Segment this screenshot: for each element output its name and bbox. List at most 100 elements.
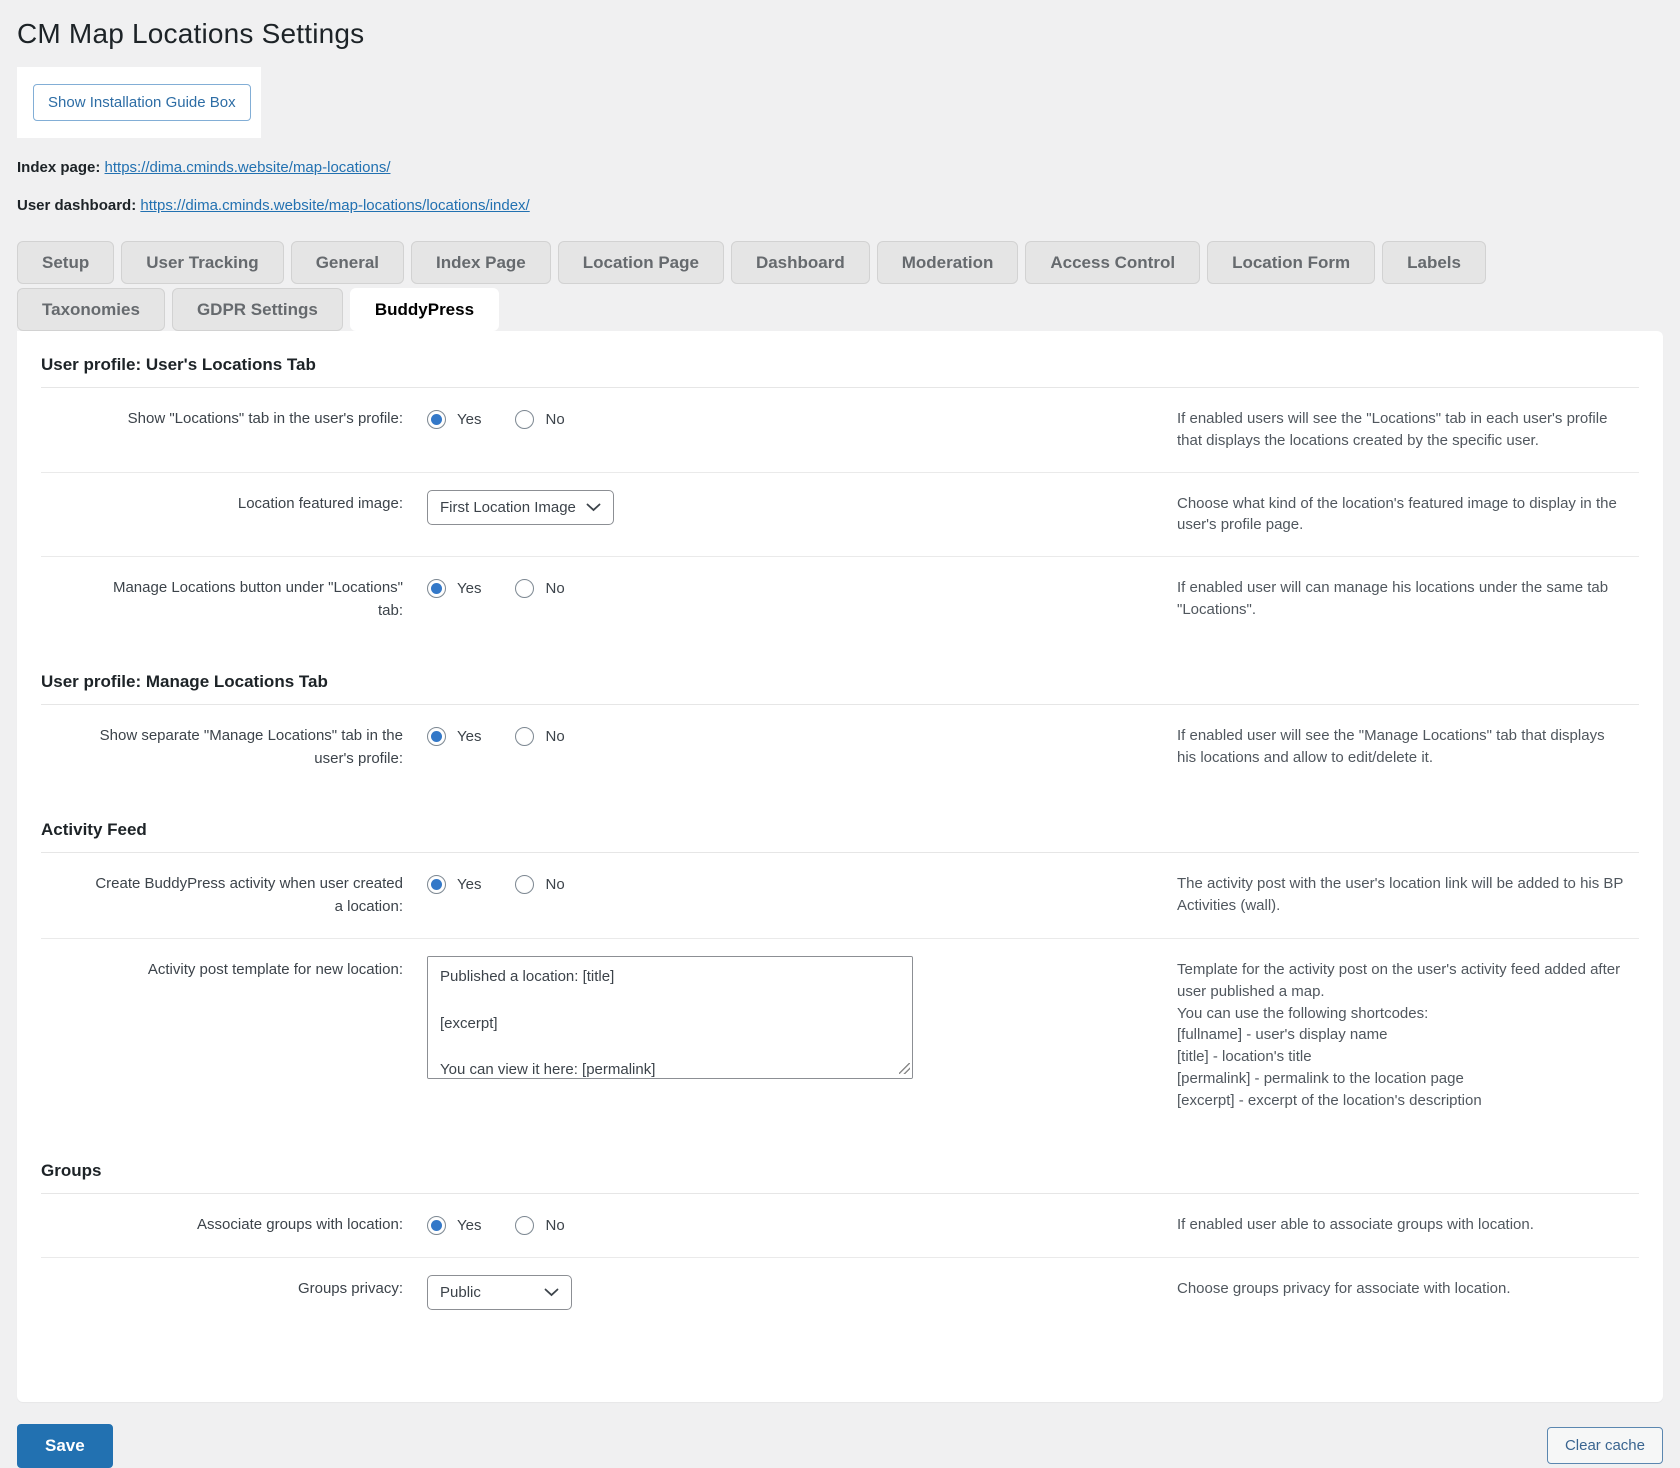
section-activity-feed: Activity FeedCreate BuddyPress activity … — [41, 820, 1639, 1131]
resize-handle-icon[interactable] — [899, 1063, 910, 1074]
save-button[interactable]: Save — [17, 1424, 113, 1468]
row-control-cell: Yes No — [427, 570, 1153, 622]
user-dashboard-link[interactable]: https://dima.cminds.website/map-location… — [140, 197, 529, 214]
row-label: Activity post template for new location: — [148, 961, 403, 978]
setting-row-location-featured-image: Location featured image: First Location I… — [41, 473, 1639, 558]
radio-associate-groups-yes[interactable]: Yes — [427, 1216, 481, 1235]
row-label-cell: Associate groups with location: — [41, 1207, 403, 1237]
footer-bar: Save Clear cache — [17, 1424, 1663, 1468]
select-groups-privacy[interactable]: Public — [427, 1275, 572, 1310]
chevron-down-icon — [586, 503, 601, 512]
row-label: Create BuddyPress activity when user cre… — [95, 875, 403, 915]
tab-taxonomies[interactable]: Taxonomies — [17, 288, 165, 331]
radio-button-icon — [427, 1216, 446, 1235]
row-description: Choose what kind of the location's featu… — [1177, 486, 1625, 537]
radio-associate-groups-no[interactable]: No — [515, 1216, 564, 1235]
row-label-cell: Groups privacy: — [41, 1271, 403, 1310]
radio-group-create-buddypress-activity: Yes No — [427, 870, 1153, 894]
tab-location-page[interactable]: Location Page — [558, 241, 724, 284]
radio-button-icon — [427, 727, 446, 746]
setting-row-show-manage-locations-tab: Show separate "Manage Locations" tab in … — [41, 705, 1639, 790]
radio-manage-locations-button-no[interactable]: No — [515, 579, 564, 598]
setting-row-create-buddypress-activity: Create BuddyPress activity when user cre… — [41, 853, 1639, 939]
select-selected-value: First Location Image — [440, 499, 576, 516]
radio-show-locations-tab-yes[interactable]: Yes — [427, 410, 481, 429]
index-page-link[interactable]: https://dima.cminds.website/map-location… — [105, 159, 391, 176]
radio-button-icon — [427, 410, 446, 429]
row-control-cell: Yes No — [427, 718, 1153, 770]
textarea-activity-post-template[interactable] — [427, 956, 913, 1079]
radio-option-label: Yes — [457, 411, 481, 428]
row-description: If enabled user able to associate groups… — [1177, 1207, 1625, 1237]
tab-access-control[interactable]: Access Control — [1025, 241, 1200, 284]
section-title-user-locations-tab: User profile: User's Locations Tab — [41, 355, 1639, 388]
radio-show-manage-locations-tab-yes[interactable]: Yes — [427, 727, 481, 746]
row-label-cell: Activity post template for new location: — [41, 952, 403, 1111]
row-description: The activity post with the user's locati… — [1177, 866, 1625, 918]
setting-row-activity-post-template: Activity post template for new location:… — [41, 939, 1639, 1131]
radio-option-label: No — [545, 411, 564, 428]
radio-option-label: Yes — [457, 580, 481, 597]
chevron-down-icon — [544, 1288, 559, 1297]
row-label: Show "Locations" tab in the user's profi… — [128, 410, 403, 427]
row-label-cell: Manage Locations button under "Locations… — [41, 570, 403, 622]
radio-button-icon — [427, 579, 446, 598]
radio-button-icon — [427, 875, 446, 894]
user-dashboard-line: User dashboard: https://dima.cminds.webs… — [17, 197, 1663, 214]
row-control-cell: Yes No — [427, 1207, 1153, 1237]
row-control-cell: Public — [427, 1271, 1153, 1310]
radio-option-label: Yes — [457, 728, 481, 745]
tab-user-tracking[interactable]: User Tracking — [121, 241, 283, 284]
row-label: Show separate "Manage Locations" tab in … — [100, 727, 403, 767]
radio-manage-locations-button-yes[interactable]: Yes — [427, 579, 481, 598]
row-description: If enabled user will can manage his loca… — [1177, 570, 1625, 622]
section-groups: GroupsAssociate groups with location:Yes… — [41, 1161, 1639, 1330]
radio-button-icon — [515, 727, 534, 746]
tab-labels[interactable]: Labels — [1382, 241, 1486, 284]
radio-option-label: No — [545, 728, 564, 745]
radio-option-label: Yes — [457, 1217, 481, 1234]
tab-buddypress[interactable]: BuddyPress — [350, 288, 499, 331]
tab-dashboard[interactable]: Dashboard — [731, 241, 870, 284]
row-control-cell: Yes No — [427, 401, 1153, 452]
textarea-wrap — [427, 956, 913, 1079]
tab-general[interactable]: General — [291, 241, 404, 284]
select-selected-value: Public — [440, 1284, 481, 1301]
row-description: Choose groups privacy for associate with… — [1177, 1271, 1625, 1310]
tab-row: TaxonomiesGDPR SettingsBuddyPress — [17, 288, 1663, 331]
row-label-cell: Show "Locations" tab in the user's profi… — [41, 401, 403, 452]
radio-option-label: No — [545, 1217, 564, 1234]
row-label-cell: Location featured image: — [41, 486, 403, 537]
tab-moderation[interactable]: Moderation — [877, 241, 1019, 284]
row-description: Template for the activity post on the us… — [1177, 952, 1625, 1111]
tab-location-form[interactable]: Location Form — [1207, 241, 1375, 284]
tab-bar: SetupUser TrackingGeneralIndex PageLocat… — [17, 241, 1663, 331]
row-label: Associate groups with location: — [197, 1216, 403, 1233]
radio-button-icon — [515, 579, 534, 598]
setting-row-manage-locations-button: Manage Locations button under "Locations… — [41, 557, 1639, 642]
radio-show-locations-tab-no[interactable]: No — [515, 410, 564, 429]
tab-row: SetupUser TrackingGeneralIndex PageLocat… — [17, 241, 1663, 284]
radio-create-buddypress-activity-no[interactable]: No — [515, 875, 564, 894]
setting-row-associate-groups: Associate groups with location: Yes No If e… — [41, 1194, 1639, 1258]
row-control-cell — [427, 952, 1153, 1111]
radio-button-icon — [515, 410, 534, 429]
radio-selected-dot — [431, 414, 442, 425]
row-description: If enabled user will see the "Manage Loc… — [1177, 718, 1625, 770]
tab-gdpr-settings[interactable]: GDPR Settings — [172, 288, 343, 331]
show-installation-guide-button[interactable]: Show Installation Guide Box — [33, 84, 251, 121]
user-dashboard-label: User dashboard: — [17, 197, 136, 214]
radio-selected-dot — [431, 731, 442, 742]
settings-panel: User profile: User's Locations Tab Show "… — [17, 331, 1663, 1402]
tab-setup[interactable]: Setup — [17, 241, 114, 284]
radio-group-manage-locations-button: Yes No — [427, 574, 1153, 598]
row-label: Manage Locations button under "Locations… — [113, 579, 403, 619]
clear-cache-button[interactable]: Clear cache — [1547, 1427, 1663, 1464]
radio-create-buddypress-activity-yes[interactable]: Yes — [427, 875, 481, 894]
row-label-cell: Show separate "Manage Locations" tab in … — [41, 718, 403, 770]
index-page-label: Index page: — [17, 159, 100, 176]
select-location-featured-image[interactable]: First Location Image — [427, 490, 614, 525]
setting-row-groups-privacy: Groups privacy: Public Choose groups priva… — [41, 1258, 1639, 1330]
tab-index-page[interactable]: Index Page — [411, 241, 551, 284]
radio-show-manage-locations-tab-no[interactable]: No — [515, 727, 564, 746]
